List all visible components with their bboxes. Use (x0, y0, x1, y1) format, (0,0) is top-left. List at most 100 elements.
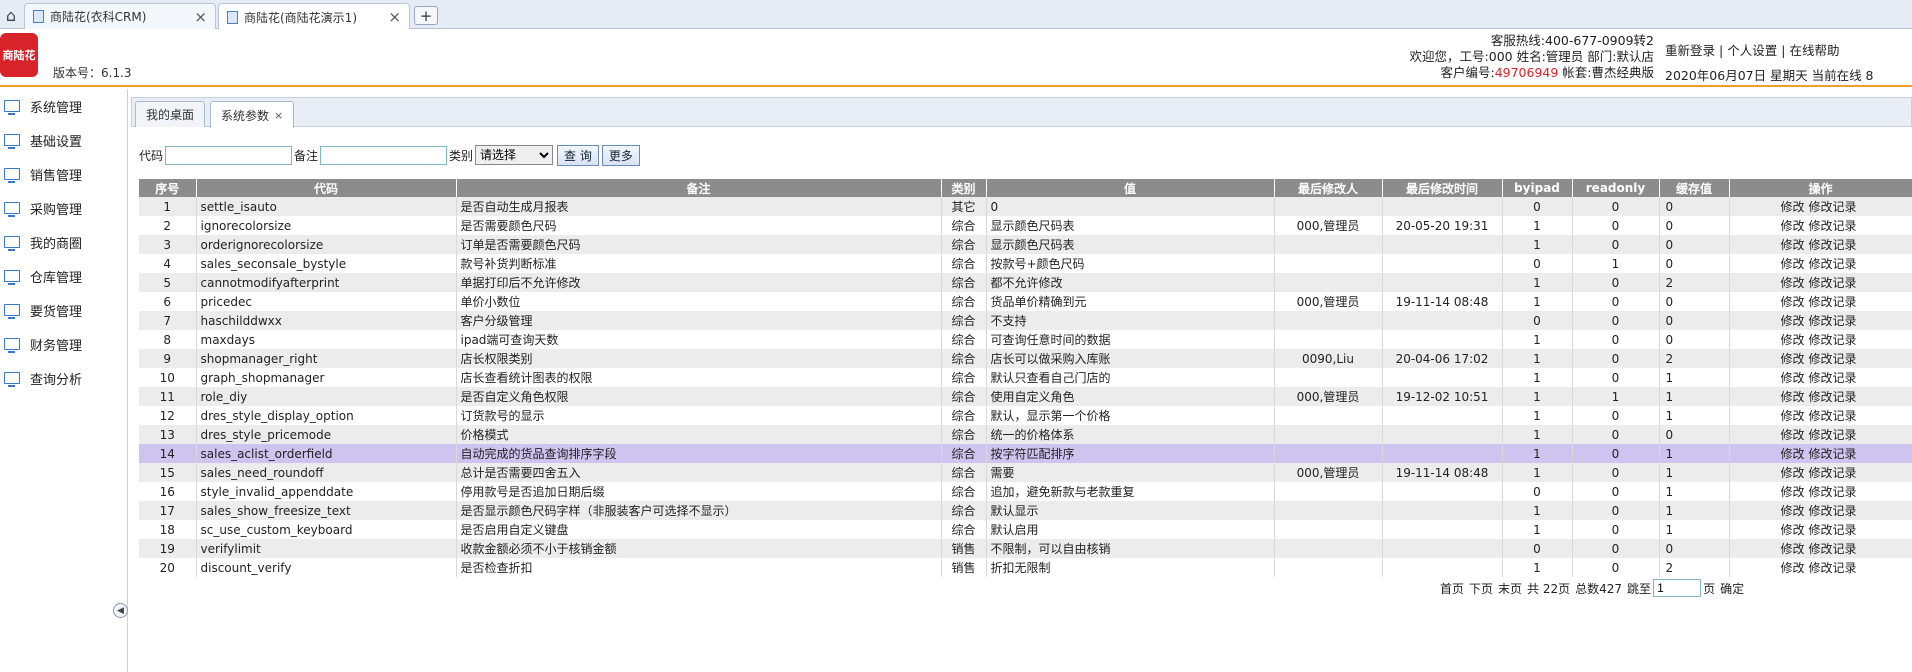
home-icon[interactable]: ⌂ (0, 4, 22, 26)
table-row[interactable]: 18 sc_use_custom_keyboard 是否启用自定义键盘 综合 默认启用 1… (139, 520, 1912, 539)
edit-link[interactable]: 修改 (1780, 523, 1804, 537)
table-row[interactable]: 8 maxdays ipad端可查询天数 综合 可查询任意时间的数据 1 0 0 修改 修改记录 (139, 330, 1912, 349)
edit-link[interactable]: 修改 (1780, 257, 1804, 271)
edit-link[interactable]: 修改 (1780, 352, 1804, 366)
edit-link[interactable]: 修改 (1780, 238, 1804, 252)
table-row[interactable]: 15 sales_need_roundoff 总计是否需要四舍五入 综合 需要 000,管… (139, 463, 1912, 482)
edit-link[interactable]: 修改 (1780, 219, 1804, 233)
column-header[interactable]: 类别 (941, 179, 987, 197)
edit-link[interactable]: 修改 (1780, 409, 1804, 423)
edit-log-link[interactable]: 修改记录 (1809, 314, 1857, 328)
column-header[interactable]: 序号 (139, 179, 197, 197)
edit-link[interactable]: 修改 (1780, 390, 1804, 404)
table-row[interactable]: 10 graph_shopmanager 店长查看统计图表的权限 综合 默认只查看自己门… (139, 368, 1912, 387)
table-row[interactable]: 11 role_diy 是否自定义角色权限 综合 使用自定义角色 000,管理员 19-12… (139, 387, 1912, 406)
confirm-jump-button[interactable]: 确定 (1720, 580, 1744, 597)
close-icon[interactable]: × (194, 8, 207, 26)
query-button[interactable]: 查 询 (557, 144, 599, 166)
column-header[interactable]: 缓存值 (1659, 179, 1730, 197)
remark-input[interactable] (320, 145, 448, 165)
table-row[interactable]: 4 sales_seconsale_bystyle 款号补货判断标准 综合 按款号+颜色… (139, 254, 1912, 273)
collapse-sidebar-icon[interactable]: ◀ (113, 603, 128, 618)
page-jump-input[interactable] (1653, 579, 1702, 597)
edit-link[interactable]: 修改 (1780, 428, 1804, 442)
edit-link[interactable]: 修改 (1780, 485, 1804, 499)
edit-link[interactable]: 修改 (1780, 295, 1804, 309)
sidebar-item-business-circle[interactable]: 我的商圈 (0, 225, 127, 259)
edit-log-link[interactable]: 修改记录 (1809, 219, 1857, 233)
table-row[interactable]: 2 ignorecolorsize 是否需要颜色尺码 综合 显示颜色尺码表 000,管理员… (139, 216, 1912, 235)
edit-link[interactable]: 修改 (1780, 542, 1804, 556)
column-header[interactable]: byipad (1502, 179, 1573, 197)
table-row[interactable]: 5 cannotmodifyafterprint 单据打印后不允许修改 综合 都不允许修… (139, 273, 1912, 292)
table-row[interactable]: 19 verifylimit 收款金额必须不小于核销金额 销售 不限制，可以自由核销 0 0… (139, 539, 1912, 558)
sidebar-item-basic[interactable]: 基础设置 (0, 123, 127, 157)
table-row[interactable]: 14 sales_aclist_orderfield 自动完成的货品查询排序字段 综合… (139, 444, 1912, 463)
sidebar-item-warehouse[interactable]: 仓库管理 (0, 259, 127, 293)
edit-link[interactable]: 修改 (1780, 447, 1804, 461)
column-header[interactable]: 备注 (456, 179, 942, 197)
edit-log-link[interactable]: 修改记录 (1809, 352, 1857, 366)
new-tab-button[interactable]: + (414, 6, 438, 25)
sidebar-item-finance[interactable]: 财务管理 (0, 327, 127, 361)
table-row[interactable]: 12 dres_style_display_option 订货款号的显示 综合 默认，显… (139, 406, 1912, 425)
table-row[interactable]: 17 sales_show_freesize_text 是否显示颜色尺码字样（非服装… (139, 501, 1912, 520)
sidebar-item-system[interactable]: 系统管理 (0, 89, 127, 123)
edit-link[interactable]: 修改 (1780, 276, 1804, 290)
code-input[interactable] (165, 145, 293, 165)
first-page-link[interactable]: 首页 (1440, 580, 1464, 597)
edit-log-link[interactable]: 修改记录 (1809, 333, 1857, 347)
sidebar-item-requisition[interactable]: 要货管理 (0, 293, 127, 327)
tab-system-params[interactable]: 系统参数 × (210, 101, 295, 128)
edit-link[interactable]: 修改 (1780, 504, 1804, 518)
edit-log-link[interactable]: 修改记录 (1809, 257, 1857, 271)
edit-log-link[interactable]: 修改记录 (1809, 523, 1857, 537)
edit-log-link[interactable]: 修改记录 (1809, 485, 1857, 499)
next-page-link[interactable]: 下页 (1469, 580, 1493, 597)
edit-log-link[interactable]: 修改记录 (1809, 371, 1857, 385)
edit-log-link[interactable]: 修改记录 (1809, 561, 1857, 575)
column-header[interactable]: 代码 (196, 179, 457, 197)
browser-tab-demo[interactable]: 商陆花(商陆花演示1) × (218, 3, 410, 30)
table-row[interactable]: 3 orderignorecolorsize 订单是否需要颜色尺码 综合 显示颜色尺码表… (139, 235, 1912, 254)
column-header[interactable]: 值 (986, 179, 1275, 197)
table-row[interactable]: 7 haschilddwxx 客户分级管理 综合 不支持 0 0 0 修改 修改记录 (139, 311, 1912, 330)
browser-tab-crm[interactable]: 商陆花(衣科CRM) × (24, 3, 216, 29)
table-row[interactable]: 16 style_invalid_appenddate 停用款号是否追加日期后缀 综合… (139, 482, 1912, 501)
table-row[interactable]: 1 settle_isauto 是否自动生成月报表 其它 0 0 0 0 修改 修改记录 (139, 197, 1912, 216)
column-header[interactable]: readonly (1572, 179, 1660, 197)
sidebar-item-purchase[interactable]: 采购管理 (0, 191, 127, 225)
edit-log-link[interactable]: 修改记录 (1809, 200, 1857, 214)
close-icon[interactable]: × (274, 109, 283, 122)
category-select[interactable]: 请选择 (475, 145, 554, 165)
table-row[interactable]: 9 shopmanager_right 店长权限类别 综合 店长可以做采购入库账 0090… (139, 349, 1912, 368)
edit-link[interactable]: 修改 (1780, 314, 1804, 328)
column-header[interactable]: 最后修改人 (1274, 179, 1383, 197)
edit-link[interactable]: 修改 (1780, 371, 1804, 385)
edit-log-link[interactable]: 修改记录 (1809, 447, 1857, 461)
table-row[interactable]: 20 discount_verify 是否检查折扣 销售 折扣无限制 1 0 2 修改 修改记录 (139, 558, 1912, 577)
tab-my-desktop[interactable]: 我的桌面 (135, 101, 206, 127)
edit-link[interactable]: 修改 (1780, 333, 1804, 347)
table-row[interactable]: 6 pricedec 单价小数位 综合 货品单价精确到元 000,管理员 19-11-14 … (139, 292, 1912, 311)
column-header[interactable]: 操作 (1729, 179, 1912, 197)
edit-link[interactable]: 修改 (1780, 561, 1804, 575)
edit-log-link[interactable]: 修改记录 (1809, 390, 1857, 404)
edit-log-link[interactable]: 修改记录 (1809, 542, 1857, 556)
edit-log-link[interactable]: 修改记录 (1809, 276, 1857, 290)
edit-link[interactable]: 修改 (1780, 200, 1804, 214)
edit-log-link[interactable]: 修改记录 (1809, 466, 1857, 480)
personal-settings-link[interactable]: 个人设置 (1727, 43, 1777, 58)
edit-log-link[interactable]: 修改记录 (1809, 504, 1857, 518)
relogin-link[interactable]: 重新登录 (1665, 43, 1715, 58)
edit-log-link[interactable]: 修改记录 (1809, 295, 1857, 309)
column-header[interactable]: 最后修改时间 (1382, 179, 1503, 197)
edit-log-link[interactable]: 修改记录 (1809, 238, 1857, 252)
edit-log-link[interactable]: 修改记录 (1809, 428, 1857, 442)
sidebar-item-query[interactable]: 查询分析 (0, 361, 127, 395)
more-button[interactable]: 更多 (601, 144, 640, 166)
close-icon[interactable]: × (388, 8, 401, 26)
online-help-link[interactable]: 在线帮助 (1789, 43, 1839, 58)
table-row[interactable]: 13 dres_style_pricemode 价格模式 综合 统一的价格体系 1 0 0 修改… (139, 425, 1912, 444)
last-page-link[interactable]: 末页 (1498, 580, 1522, 597)
